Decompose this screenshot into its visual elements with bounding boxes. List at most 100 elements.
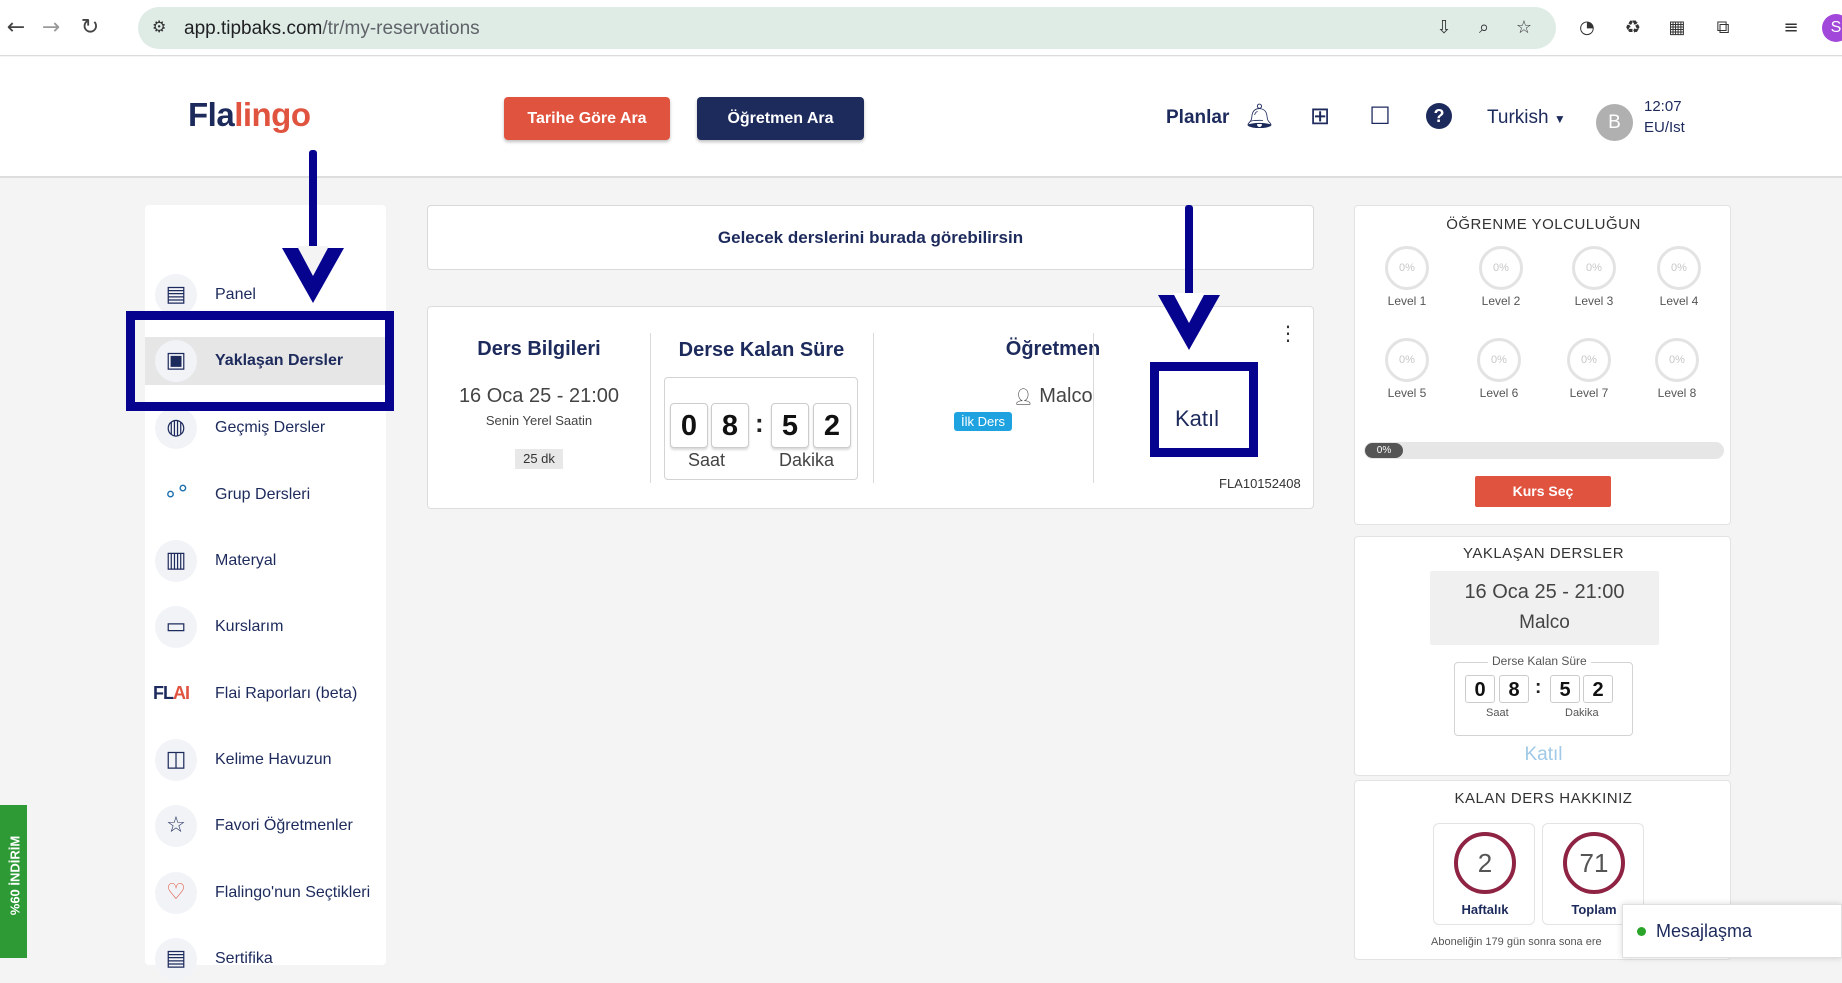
install-icon[interactable]: ⇩ [1432, 16, 1456, 40]
flalingo-logo[interactable]: Flalingo [188, 96, 311, 134]
level-label: Level 8 [1657, 386, 1697, 400]
upcoming-lesson-summary[interactable]: 16 Oca 25 - 21:00 Malco [1430, 571, 1659, 645]
caret-down-icon: ▼ [1553, 112, 1566, 126]
search-teacher-button[interactable]: Öğretmen Ara [697, 97, 864, 140]
vocabulary-icon: ◫ [155, 739, 197, 781]
level-percent: 0% [1385, 246, 1429, 290]
extension-compass-icon[interactable]: ◔ [1574, 15, 1600, 41]
lesson-info-title: Ders Bilgileri [477, 338, 601, 360]
url-host: app.tipbaks.com [184, 18, 323, 39]
level-2[interactable]: 0% Level 2 [1477, 246, 1525, 308]
sidebar-item-label: Flalingo'nun Seçtikleri [215, 884, 371, 901]
sidebar-item-label: Panel [215, 286, 256, 303]
sidebar-item-past-lessons[interactable]: ◍ Geçmiş Dersler [145, 404, 386, 452]
group-icon: ∘° [155, 474, 197, 516]
sidebar-item-my-courses[interactable]: ▭ Kurslarım [145, 603, 386, 651]
arrow-left-icon[interactable]: ← [2, 14, 30, 42]
hours-label: Saat [688, 450, 726, 470]
reservation-id: FLA10152408 [1219, 476, 1301, 491]
local-time-note: Senin Yerel Saatin [485, 413, 593, 428]
logo-accent: lingo [234, 96, 311, 133]
countdown-digit: 2 [1583, 675, 1613, 703]
globe-icon: ◍ [155, 407, 197, 449]
zoom-icon[interactable]: ⌕ [1472, 16, 1496, 40]
discount-tab[interactable]: %60 İNDİRİM [0, 805, 27, 958]
minutes-label: Dakika [779, 450, 835, 470]
upcoming-teacher: Malco [1519, 612, 1570, 633]
more-options-icon[interactable]: ⋮ [1278, 321, 1298, 345]
overall-progress-bar: 0% [1364, 442, 1724, 459]
url-text[interactable]: app.tipbaks.com/tr/my-reservations [184, 18, 480, 40]
hours-label: Saat [1486, 707, 1509, 719]
level-3[interactable]: 0% Level 3 [1570, 246, 1618, 308]
browser-profile-avatar[interactable]: S [1822, 14, 1842, 42]
notebook-icon: ▤ [155, 274, 197, 316]
qr-code-icon[interactable]: ▦ [1664, 15, 1690, 41]
level-5[interactable]: 0% Level 5 [1383, 338, 1431, 400]
subscription-note: Aboneliğin 179 gün sonra sona ere [1431, 936, 1602, 948]
countdown-digit: 5 [1550, 675, 1580, 703]
chat-bubble-icon[interactable]: ☐ [1365, 101, 1395, 131]
people-heart-icon: ♡ [155, 872, 197, 914]
annotation-arrow-notch [297, 246, 329, 276]
search-by-date-button[interactable]: Tarihe Göre Ara [504, 97, 670, 140]
countdown-digit: 0 [1465, 675, 1495, 703]
bell-icon[interactable]: 🔔︎ [1244, 101, 1274, 131]
countdown-digit: 8 [711, 403, 749, 448]
upcoming-title: YAKLAŞAN DERSLER [1462, 545, 1625, 562]
weekly-remaining: 2 Haftalık [1433, 823, 1535, 925]
messaging-widget[interactable]: Mesajlaşma [1622, 904, 1842, 958]
site-settings-icon[interactable]: ⚙ [152, 17, 174, 39]
document-icon: ▥ [155, 540, 197, 582]
countdown-digit: 8 [1499, 675, 1529, 703]
gift-icon[interactable]: ⊞ [1305, 101, 1335, 131]
level-8[interactable]: 0% Level 8 [1653, 338, 1701, 400]
monitor-icon: ▭ [155, 606, 197, 648]
level-percent: 0% [1477, 338, 1521, 382]
arrow-right-icon[interactable]: → [37, 14, 65, 42]
level-label: Level 5 [1387, 386, 1427, 400]
annotation-arrow-notch [1173, 293, 1205, 323]
level-1[interactable]: 0% Level 1 [1383, 246, 1431, 308]
sidebar-item-certificate[interactable]: ▤ Sertifika [145, 935, 386, 983]
countdown-title: Derse Kalan Süre [678, 339, 845, 361]
address-bar[interactable]: ⚙ app.tipbaks.com/tr/my-reservations ⇩ ⌕… [138, 7, 1556, 49]
sidebar-item-flalingo-picks[interactable]: ♡ Flalingo'nun Seçtikleri [145, 869, 386, 917]
flai-logo-main: FL [153, 683, 174, 703]
language-select[interactable]: Turkish ▼ [1487, 107, 1566, 129]
level-label: Level 3 [1574, 294, 1614, 308]
level-6[interactable]: 0% Level 6 [1475, 338, 1523, 400]
upcoming-join-button[interactable]: Katıl [1355, 744, 1732, 766]
teacher-name-row[interactable]: 👤︎ Malco [933, 385, 1173, 408]
countdown-colon: : [755, 408, 764, 438]
sidebar-item-group-lessons[interactable]: ∘° Grup Dersleri [145, 471, 386, 519]
help-icon[interactable]: ? [1426, 103, 1452, 129]
level-percent: 0% [1572, 246, 1616, 290]
countdown-timer: 0 8 : 5 2 Saat Dakika [664, 377, 858, 480]
language-label: Turkish [1487, 107, 1549, 128]
recycle-icon[interactable]: ♻ [1620, 15, 1646, 41]
sidebar-item-flai-reports[interactable]: FLAI Flai Raporları (beta) [145, 670, 386, 718]
reload-icon[interactable]: ↻ [76, 14, 104, 42]
level-7[interactable]: 0% Level 7 [1565, 338, 1613, 400]
level-percent: 0% [1655, 338, 1699, 382]
level-4[interactable]: 0% Level 4 [1655, 246, 1703, 308]
site-header: Flalingo Tarihe Göre Ara Öğretmen Ara Pl… [0, 57, 1842, 178]
bookmark-star-icon[interactable]: ☆ [1512, 16, 1536, 40]
upcoming-date: 16 Oca 25 - 21:00 [1464, 581, 1625, 603]
sidebar-item-material[interactable]: ▥ Materyal [145, 537, 386, 585]
weekly-label: Haftalık [1461, 902, 1509, 917]
sidebar-item-favorite-teachers[interactable]: ☆ Favori Öğretmenler [145, 802, 386, 850]
flai-logo-accent: AI [173, 683, 190, 703]
upcoming-countdown: Derse Kalan Süre 0 8 : 5 2 Saat Dakika [1454, 654, 1633, 736]
plans-link[interactable]: Planlar [1166, 107, 1229, 129]
reading-list-icon[interactable]: ≡ [1778, 15, 1804, 41]
upcoming-lessons-card: YAKLAŞAN DERSLER 16 Oca 25 - 21:00 Malco… [1354, 536, 1731, 776]
select-course-button[interactable]: Kurs Seç [1475, 476, 1611, 507]
sidebar-item-vocabulary[interactable]: ◫ Kelime Havuzun [145, 736, 386, 784]
first-lesson-badge: İlk Ders [954, 412, 1012, 431]
extensions-puzzle-icon[interactable]: ⧉ [1710, 15, 1736, 41]
user-avatar[interactable]: B [1596, 104, 1633, 141]
level-percent: 0% [1657, 246, 1701, 290]
divider [1093, 333, 1094, 483]
